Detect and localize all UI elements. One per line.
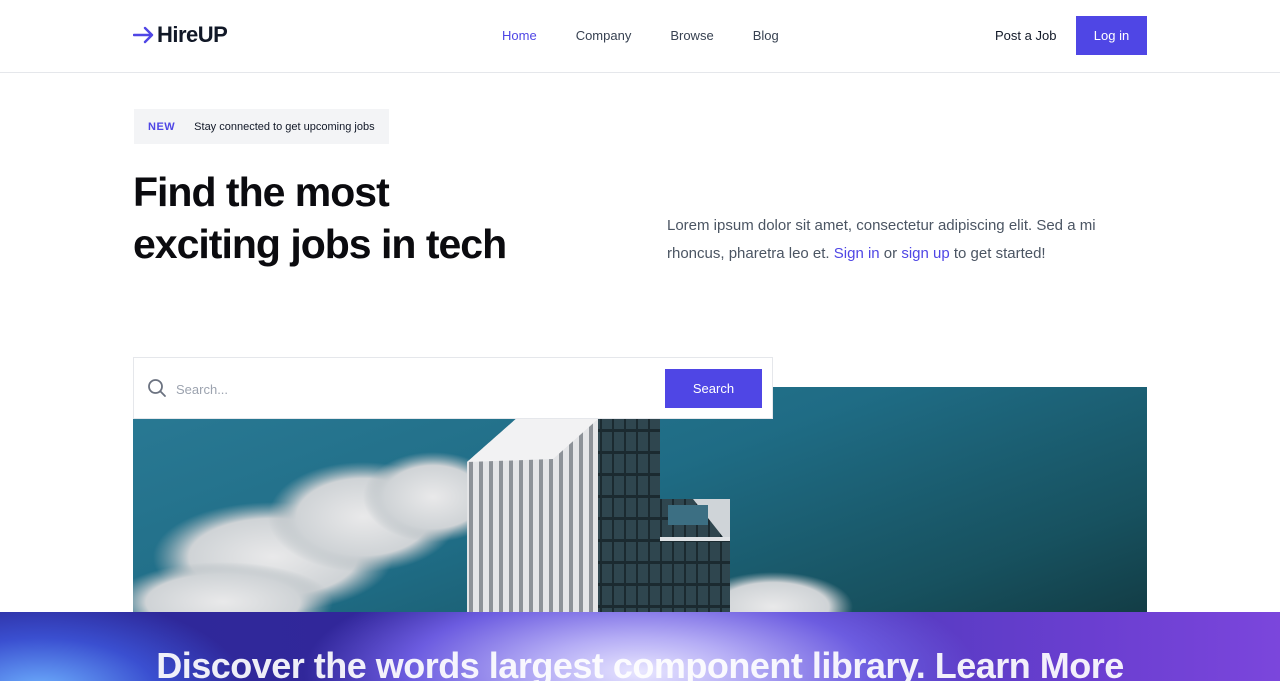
hero-description: Lorem ipsum dolor sit amet, consectetur … — [667, 212, 1127, 268]
search-input[interactable] — [176, 377, 646, 401]
logo-text: HireUP — [157, 22, 228, 47]
announcement-badge: NEW Stay connected to get upcoming jobs — [134, 109, 389, 144]
search-icon — [148, 379, 166, 397]
hero-title-line-2: exciting jobs in tech — [133, 221, 507, 267]
arrow-right-icon — [133, 26, 154, 44]
post-job-link[interactable]: Post a Job — [995, 28, 1056, 43]
sign-up-link[interactable]: sign up — [901, 245, 949, 262]
nav-item-home[interactable]: Home — [502, 28, 537, 43]
login-button[interactable]: Log in — [1076, 16, 1147, 55]
logo[interactable]: HireUP — [133, 22, 228, 48]
hero-title-line-1: Find the most — [133, 169, 390, 215]
search-bar: Search — [133, 357, 773, 419]
new-tag: NEW — [148, 120, 176, 133]
nav-item-company[interactable]: Company — [576, 28, 632, 43]
badge-text: Stay connected to get upcoming jobs — [194, 120, 375, 133]
promo-banner-link[interactable]: Discover the words largest component lib… — [0, 645, 1280, 681]
hero-title: Find the most exciting jobs in tech — [133, 166, 593, 270]
sign-in-link[interactable]: Sign in — [834, 245, 880, 262]
nav-item-browse[interactable]: Browse — [670, 28, 713, 43]
search-button[interactable]: Search — [665, 369, 762, 408]
site-header: HireUP Home Company Browse Blog Post a J… — [0, 0, 1280, 73]
main-nav: Home Company Browse Blog — [502, 28, 818, 43]
promo-banner: Discover the words largest component lib… — [0, 612, 1280, 681]
hero-desc-or: or — [879, 245, 902, 262]
hero-desc-end: to get started! — [949, 245, 1046, 262]
nav-item-blog[interactable]: Blog — [753, 28, 779, 43]
hero-image — [133, 387, 1147, 627]
